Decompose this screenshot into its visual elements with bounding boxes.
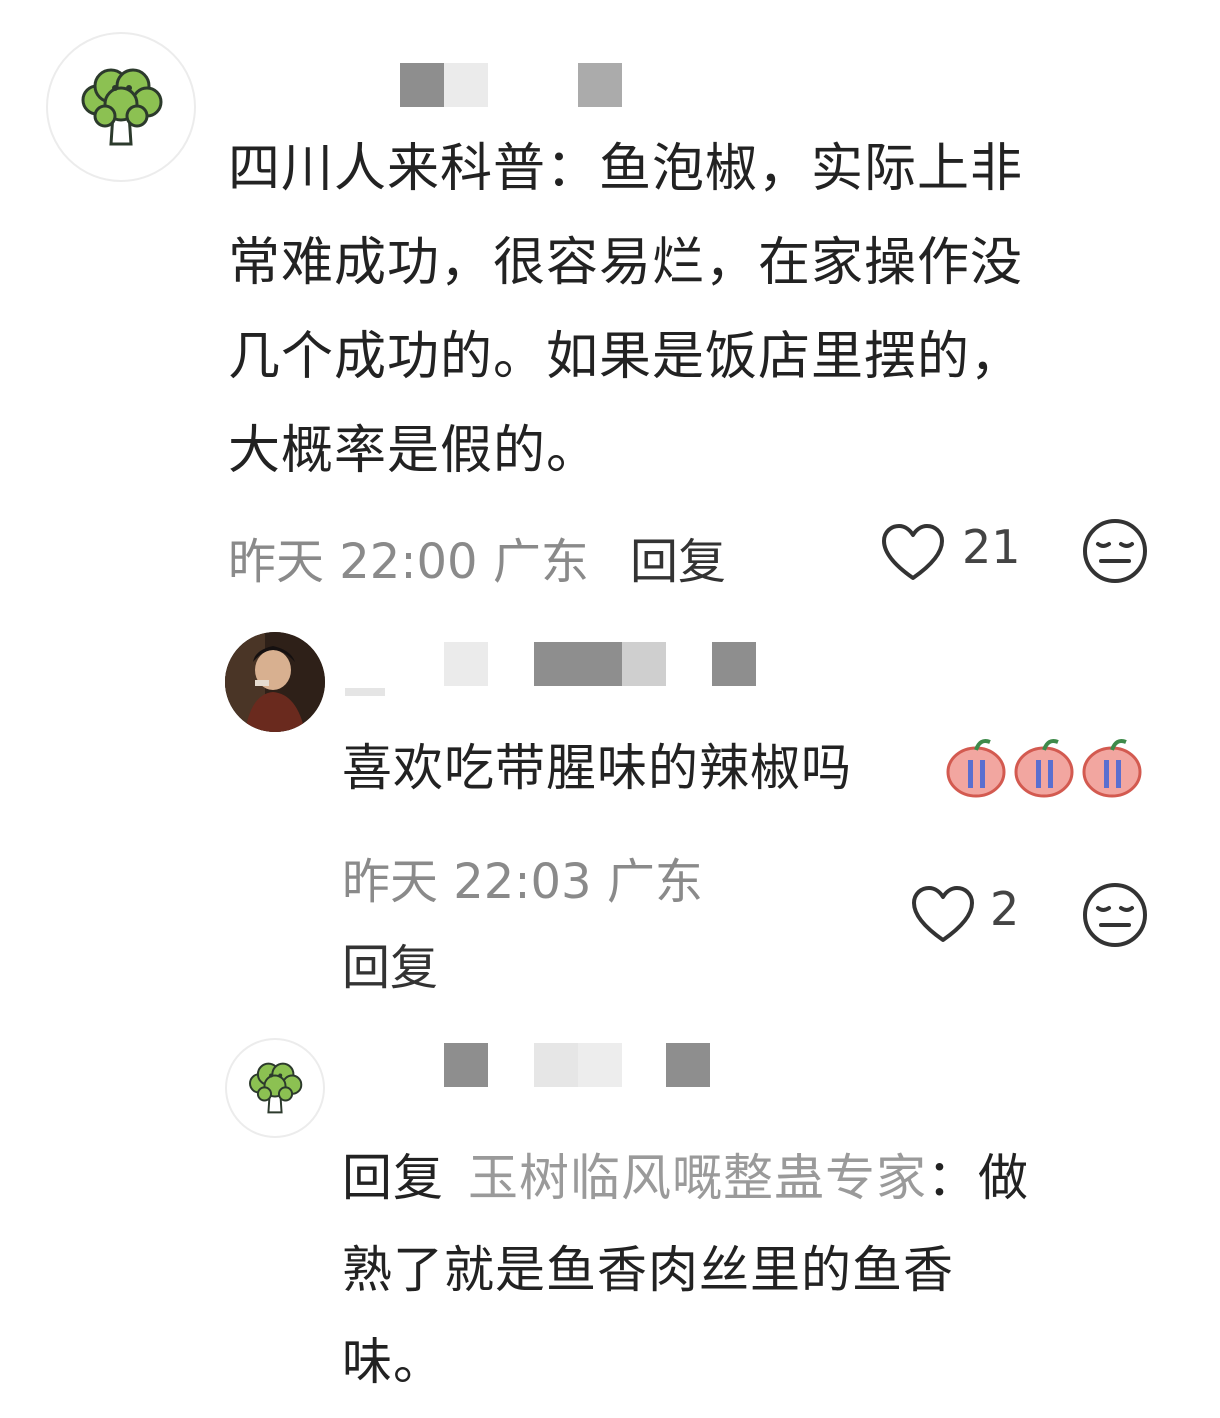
avatar[interactable] — [225, 1038, 325, 1138]
comment-text: 四川人来科普：鱼泡椒，实际上非 常难成功，很容易烂，在家操作没 几个成功的。如果… — [228, 122, 1188, 498]
comment-body-start: 做 — [978, 1149, 1029, 1207]
comment-body: 喜欢吃带腥味的辣椒吗 — [342, 739, 852, 797]
like-count: 21 — [962, 520, 1021, 574]
location: 广东 — [492, 534, 589, 590]
heart-icon — [912, 886, 974, 942]
crying-pepper-emoji — [942, 732, 1152, 798]
comment-line: 四川人来科普：鱼泡椒，实际上非 — [228, 139, 1024, 199]
comment-line: 回复 玉树临风嘅整蛊专家：做 — [342, 1132, 1182, 1224]
comment-line: 大概率是假的。 — [228, 421, 600, 481]
comment-text: 喜欢吃带腥味的辣椒吗 — [342, 722, 852, 814]
location: 广东 — [606, 854, 703, 910]
timestamp: 昨天 22:00 — [228, 534, 478, 590]
broccoli-icon — [81, 68, 163, 146]
person-photo-icon — [225, 632, 325, 732]
broccoli-icon — [249, 1062, 303, 1114]
timestamp: 昨天 22:03 — [342, 854, 592, 910]
reply-prefix: 回复 — [342, 1149, 444, 1207]
heart-icon — [882, 524, 944, 580]
dislike-button[interactable] — [1082, 882, 1148, 952]
avatar[interactable] — [46, 32, 196, 182]
comment-line: 熟了就是鱼香肉丝里的鱼香 — [342, 1241, 954, 1299]
comment-meta: 昨天 22:03 广东 — [342, 842, 703, 912]
like-count: 2 — [990, 882, 1020, 936]
reply-button[interactable]: 回复 — [630, 522, 726, 592]
comment-line: 味。 — [342, 1333, 444, 1391]
comment-line: 几个成功的。如果是饭店里摆的， — [228, 327, 1024, 387]
avatar[interactable] — [225, 632, 325, 732]
dislike-button[interactable] — [1082, 518, 1148, 588]
reply-button[interactable]: 回复 — [342, 928, 438, 998]
colon: ： — [927, 1149, 978, 1207]
comment-meta: 昨天 22:00 广东 — [228, 522, 589, 592]
meh-face-icon — [1083, 883, 1147, 947]
comment-text: 回复 玉树临风嘅整蛊专家：做 熟了就是鱼香肉丝里的鱼香 味。 — [342, 1132, 1182, 1408]
comment-line: 常难成功，很容易烂，在家操作没 — [228, 233, 1024, 293]
meh-face-icon — [1083, 519, 1147, 583]
mention-link[interactable]: 玉树临风嘅整蛊专家 — [468, 1149, 927, 1207]
